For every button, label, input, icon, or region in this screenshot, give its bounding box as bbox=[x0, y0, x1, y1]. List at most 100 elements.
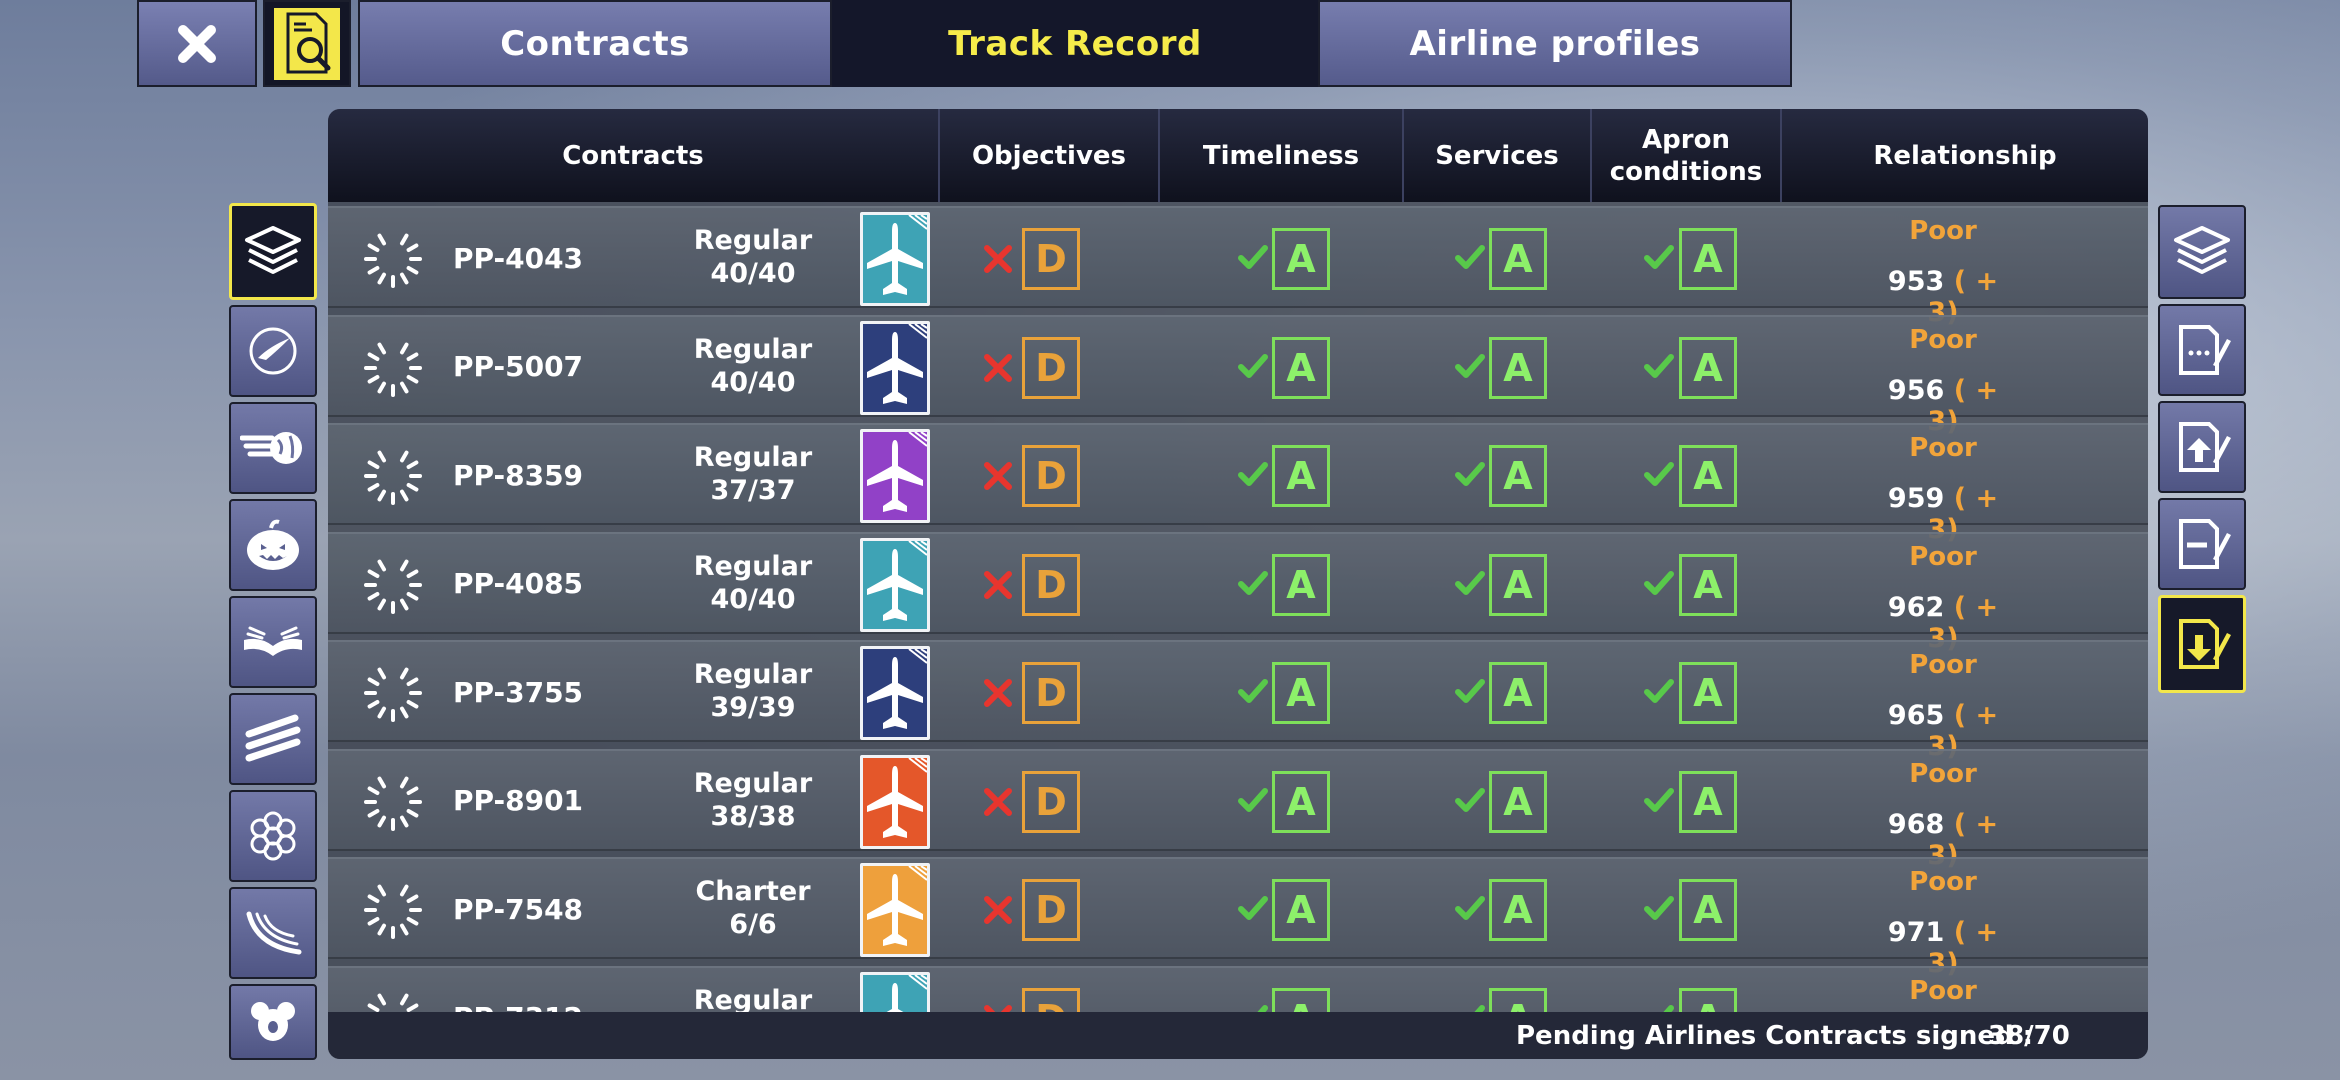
right-filter-pending[interactable] bbox=[2158, 304, 2246, 396]
contract-type-label: Regular bbox=[693, 333, 813, 365]
relationship-cell: Poor 959 ( + 3) bbox=[1868, 433, 2018, 545]
koala-icon bbox=[251, 1002, 295, 1041]
check-icon bbox=[1455, 679, 1485, 703]
left-filter-airline-1[interactable] bbox=[229, 305, 317, 397]
contract-flight-count: 38/38 bbox=[710, 800, 796, 832]
services-grade: A bbox=[1489, 770, 1547, 833]
check-icon bbox=[1455, 462, 1485, 486]
left-filter-airline-3[interactable] bbox=[229, 499, 317, 591]
left-filter-airline-8[interactable] bbox=[229, 984, 317, 1060]
relationship-status: Poor bbox=[1909, 650, 1977, 680]
relationship-status: Poor bbox=[1909, 541, 1977, 572]
left-filter-airline-6[interactable] bbox=[229, 790, 317, 882]
contract-type-label: Regular bbox=[693, 659, 813, 690]
relationship-cell: Poor 962 ( + 3) bbox=[1868, 542, 2018, 654]
document-search-button[interactable] bbox=[263, 0, 351, 87]
check-icon bbox=[1644, 353, 1674, 378]
airline-plane-icon bbox=[860, 320, 930, 415]
contract-flight-count: 39/39 bbox=[710, 692, 796, 723]
right-filter-upload[interactable] bbox=[2158, 401, 2246, 493]
contract-type: Regular 40/40 bbox=[648, 333, 858, 399]
apron-grade: A bbox=[1679, 228, 1737, 290]
relationship-cell: Poor 953 ( + 3) bbox=[1868, 216, 2018, 328]
apron-grade: A bbox=[1679, 879, 1737, 941]
pending-contracts-value: 38/70 bbox=[1988, 1020, 2070, 1051]
check-icon bbox=[1238, 245, 1268, 269]
apron-grade: A bbox=[1679, 336, 1737, 399]
fail-x-icon bbox=[984, 787, 1012, 816]
fail-x-icon bbox=[984, 570, 1012, 599]
right-filter-download[interactable] bbox=[2158, 595, 2246, 693]
airline-plane-icon bbox=[860, 537, 930, 632]
contract-flight-count: 37/37 bbox=[710, 475, 796, 506]
objectives-grade: D bbox=[1022, 662, 1080, 724]
contract-type: Regular 37/37 bbox=[648, 441, 858, 507]
airline-plane-icon bbox=[860, 646, 930, 740]
contract-type-label: Regular bbox=[693, 225, 813, 256]
services-grade: A bbox=[1489, 662, 1547, 724]
contract-download-icon bbox=[2179, 619, 2231, 669]
close-button[interactable] bbox=[137, 0, 257, 87]
loading-spinner-icon bbox=[364, 450, 422, 505]
swift-airline-icon bbox=[249, 327, 297, 375]
tab-airline-profiles[interactable]: Airline profiles bbox=[1318, 0, 1792, 87]
objectives-grade: D bbox=[1022, 336, 1080, 399]
contract-type: Regular 40/40 bbox=[648, 224, 858, 290]
apron-grade: A bbox=[1679, 770, 1737, 833]
table-row[interactable]: PP-8359 Regular 37/37 D A A A Poor 959 (… bbox=[328, 423, 2148, 545]
relationship-status: Poor bbox=[1909, 975, 1977, 1006]
check-icon bbox=[1455, 787, 1485, 812]
table-row[interactable]: PP-8901 Regular 38/38 D A A A Poor 968 (… bbox=[328, 748, 2148, 871]
table-row[interactable]: PP-7548 Charter 6/6 D A A A Poor 971 ( +… bbox=[328, 857, 2148, 979]
table-header: Contracts Objectives Timeliness Services… bbox=[328, 109, 2148, 202]
services-grade: A bbox=[1489, 228, 1547, 290]
relationship-status: Poor bbox=[1909, 324, 1977, 355]
check-icon bbox=[1644, 896, 1674, 920]
table-row[interactable]: PP-4085 Regular 40/40 D A A A Poor 962 (… bbox=[328, 531, 2148, 654]
right-filter-all[interactable] bbox=[2158, 205, 2246, 299]
pending-contracts-label: Pending Airlines Contracts signed : bbox=[1516, 1020, 2034, 1051]
relationship-cell: Poor 968 ( + 3) bbox=[1868, 759, 2018, 871]
footer-bar: Pending Airlines Contracts signed : 38/7… bbox=[328, 1012, 2148, 1059]
world-wings-icon bbox=[240, 432, 302, 464]
close-x-icon bbox=[178, 24, 216, 63]
contracts-list[interactable]: PP-4043 Regular 40/40 D A A A Poor 953 (… bbox=[328, 206, 2148, 1059]
timeliness-grade: A bbox=[1272, 553, 1330, 616]
contract-type: Regular 40/40 bbox=[648, 550, 858, 616]
right-filter-remove[interactable] bbox=[2158, 498, 2246, 590]
contract-type-label: Regular bbox=[693, 550, 813, 582]
table-row[interactable]: PP-4043 Regular 40/40 D A A A Poor 953 (… bbox=[328, 206, 2148, 328]
relationship-status: Poor bbox=[1909, 216, 1977, 246]
apron-grade: A bbox=[1679, 553, 1737, 616]
contract-type: Charter 6/6 bbox=[648, 875, 858, 941]
relationship-status: Poor bbox=[1909, 867, 1977, 897]
left-filter-airline-4[interactable] bbox=[229, 596, 317, 688]
fail-x-icon bbox=[984, 462, 1012, 490]
relationship-status: Poor bbox=[1909, 758, 1977, 789]
check-icon bbox=[1644, 245, 1674, 269]
flight-number: PP-8359 bbox=[452, 458, 584, 492]
loading-spinner-icon bbox=[364, 667, 422, 722]
left-filter-airline-5[interactable] bbox=[229, 693, 317, 785]
fail-x-icon bbox=[984, 353, 1012, 382]
table-row[interactable]: PP-5007 Regular 40/40 D A A A Poor 956 (… bbox=[328, 314, 2148, 437]
objectives-grade: D bbox=[1022, 553, 1080, 616]
check-icon bbox=[1238, 896, 1268, 920]
left-filter-all[interactable] bbox=[229, 203, 317, 300]
contract-type-label: Regular bbox=[693, 442, 813, 473]
header-apron-conditions: Apron conditions bbox=[1609, 124, 1763, 187]
services-grade: A bbox=[1489, 336, 1547, 399]
left-filter-airline-7[interactable] bbox=[229, 887, 317, 979]
table-row[interactable]: PP-3755 Regular 39/39 D A A A Poor 965 (… bbox=[328, 640, 2148, 762]
left-filter-airline-2[interactable] bbox=[229, 402, 317, 494]
ornament-icon bbox=[250, 811, 296, 861]
loading-spinner-icon bbox=[364, 884, 422, 939]
check-icon bbox=[1455, 570, 1485, 595]
feather-swoosh-icon bbox=[246, 911, 302, 955]
contract-type-label: Charter bbox=[695, 876, 811, 907]
flight-number: PP-5007 bbox=[452, 350, 584, 383]
tab-contracts[interactable]: Contracts bbox=[358, 0, 832, 87]
check-icon bbox=[1455, 896, 1485, 920]
tab-track-record[interactable]: Track Record bbox=[832, 0, 1318, 87]
contract-remove-icon bbox=[2179, 519, 2231, 569]
